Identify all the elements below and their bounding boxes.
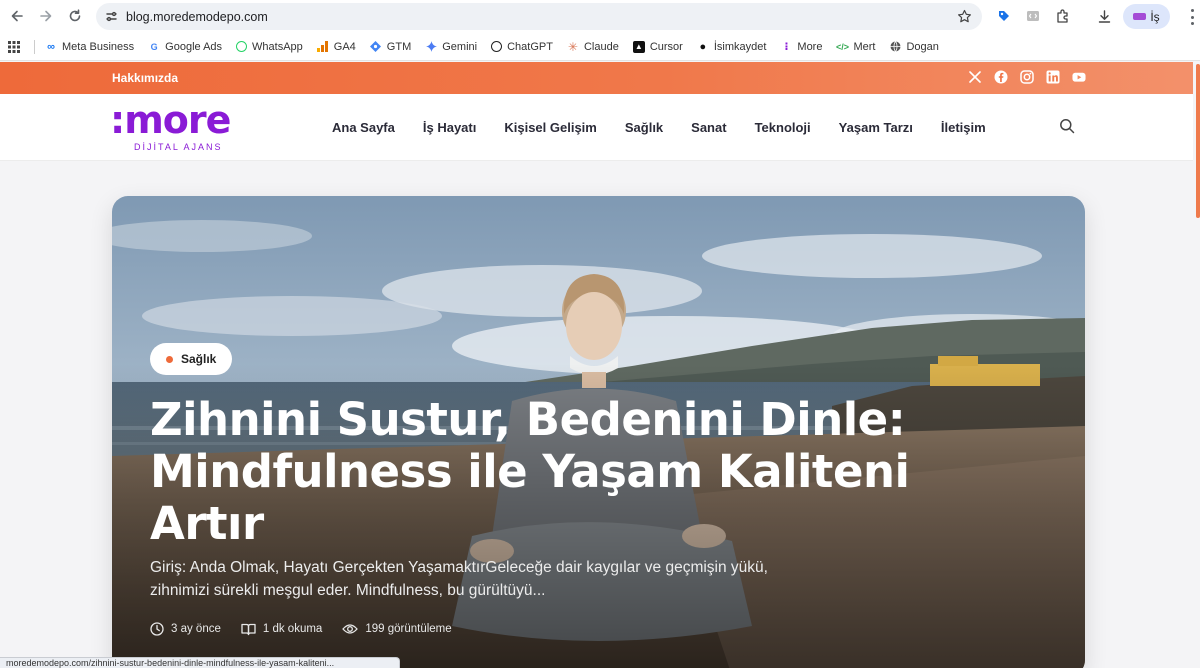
menu-item-yasam-tarzi[interactable]: Yaşam Tarzı [825, 120, 927, 135]
profile-avatar-icon [1133, 13, 1147, 20]
gemini-icon [425, 41, 437, 53]
whatsapp-icon [236, 41, 248, 52]
bookmark-whatsapp[interactable]: WhatsApp [236, 41, 303, 53]
bookmark-dogan[interactable]: Dogan [889, 41, 939, 53]
linkedin-icon[interactable] [1046, 70, 1060, 84]
menu-item-is-hayati[interactable]: İş Hayatı [409, 120, 490, 135]
browser-menu-icon[interactable] [1190, 9, 1194, 25]
scrollbar-thumb[interactable] [1196, 64, 1200, 218]
featured-post-card[interactable]: Sağlık Zihnini Sustur, Bedenini Dinle: M… [112, 196, 1085, 668]
address-bar[interactable]: blog.moredemodepo.com [96, 3, 982, 30]
google-icon: G [150, 41, 158, 52]
profile-button[interactable]: İş [1123, 4, 1170, 29]
menu-item-sanat[interactable]: Sanat [677, 120, 740, 135]
cursor-icon: ▲ [632, 40, 645, 53]
address-url[interactable]: blog.moredemodepo.com [126, 10, 268, 24]
bookmark-gemini[interactable]: Gemini [425, 41, 477, 53]
post-read-time: 1 dk okuma [241, 622, 322, 636]
social-links [968, 70, 1086, 84]
extension-tag-icon[interactable] [993, 5, 1015, 27]
chatgpt-icon [491, 41, 503, 52]
bookmarks-bar: ∞ Meta Business G Google Ads WhatsApp GA… [0, 33, 1200, 61]
bookmark-isimkaydet[interactable]: ● İsimkaydet [697, 41, 767, 53]
x-icon[interactable] [968, 70, 982, 84]
bookmarks-divider [34, 39, 35, 54]
browser-toolbar: blog.moredemodepo.com İş [0, 0, 1200, 33]
category-dot [166, 355, 173, 363]
isimkaydet-icon: ● [699, 40, 707, 53]
profile-label: İş [1150, 9, 1160, 24]
bookmark-google-ads[interactable]: G Google Ads [148, 41, 222, 53]
category-badge[interactable]: Sağlık [150, 343, 233, 375]
youtube-icon[interactable] [1072, 70, 1086, 84]
site-header: :more DİJİTAL AJANS Ana Sayfa İş Hayatı … [0, 94, 1200, 161]
globe-icon [889, 41, 901, 53]
instagram-icon[interactable] [1020, 70, 1034, 84]
site-logo[interactable]: :more DİJİTAL AJANS [110, 98, 250, 152]
extension-code-icon[interactable] [1022, 5, 1044, 27]
meta-icon: ∞ [47, 40, 55, 53]
more-icon: ⁝ [784, 41, 789, 53]
gtm-icon [370, 41, 382, 53]
download-icon[interactable] [1093, 5, 1115, 27]
clock-icon [150, 622, 164, 636]
back-icon[interactable] [6, 5, 28, 27]
bookmark-gtm[interactable]: GTM [370, 41, 411, 53]
menu-item-teknoloji[interactable]: Teknoloji [741, 120, 825, 135]
post-date: 3 ay önce [150, 622, 221, 636]
post-meta: 3 ay önce 1 dk okuma 199 görüntüleme [150, 622, 452, 636]
claude-icon: ✳ [567, 39, 578, 54]
category-label: Sağlık [181, 352, 217, 366]
post-title[interactable]: Zihnini Sustur, Bedenini Dinle: Mindfuln… [150, 394, 910, 550]
bookmark-star-icon[interactable] [957, 9, 972, 24]
post-excerpt: Giriş: Anda Olmak, Hayatı Gerçekten Yaşa… [150, 559, 768, 599]
menu-item-iletisim[interactable]: İletişim [927, 120, 1000, 135]
bookmark-mert[interactable]: </> Mert [835, 41, 876, 53]
bookmark-chatgpt[interactable]: ChatGPT [491, 41, 553, 53]
reload-icon[interactable] [64, 5, 86, 27]
menu-item-saglik[interactable]: Sağlık [611, 120, 677, 135]
ga4-icon [317, 41, 329, 53]
code-icon: </> [835, 41, 849, 52]
search-icon[interactable] [1059, 118, 1077, 136]
bookmark-more[interactable]: ⁝ More [780, 41, 822, 54]
bookmark-claude[interactable]: ✳ Claude [567, 39, 619, 54]
site-topbar: Hakkımızda [0, 62, 1200, 94]
eye-icon [342, 622, 359, 636]
menu-item-kisisel-gelisim[interactable]: Kişisel Gelişim [490, 120, 611, 135]
bookmark-ga4[interactable]: GA4 [317, 41, 356, 53]
menu-item-ana-sayfa[interactable]: Ana Sayfa [318, 120, 409, 135]
about-link[interactable]: Hakkımızda [112, 71, 178, 85]
site-info-icon[interactable] [105, 10, 118, 23]
bookmark-meta-business[interactable]: ∞ Meta Business [45, 41, 134, 53]
main-menu: Ana Sayfa İş Hayatı Kişisel Gelişim Sağl… [318, 120, 1000, 135]
link-status-bar: moredemodepo.com/zihnini-sustur-bedenini… [0, 657, 400, 668]
extensions-puzzle-icon[interactable] [1051, 5, 1073, 27]
apps-grid-icon[interactable] [8, 40, 20, 53]
forward-icon[interactable] [35, 5, 57, 27]
book-icon [241, 622, 256, 636]
facebook-icon[interactable] [994, 70, 1008, 84]
bookmark-cursor[interactable]: ▲ Cursor [632, 40, 683, 53]
logo-wordmark: :more [110, 98, 231, 142]
logo-tagline: DİJİTAL AJANS [134, 142, 223, 152]
post-views: 199 görüntüleme [342, 622, 452, 636]
